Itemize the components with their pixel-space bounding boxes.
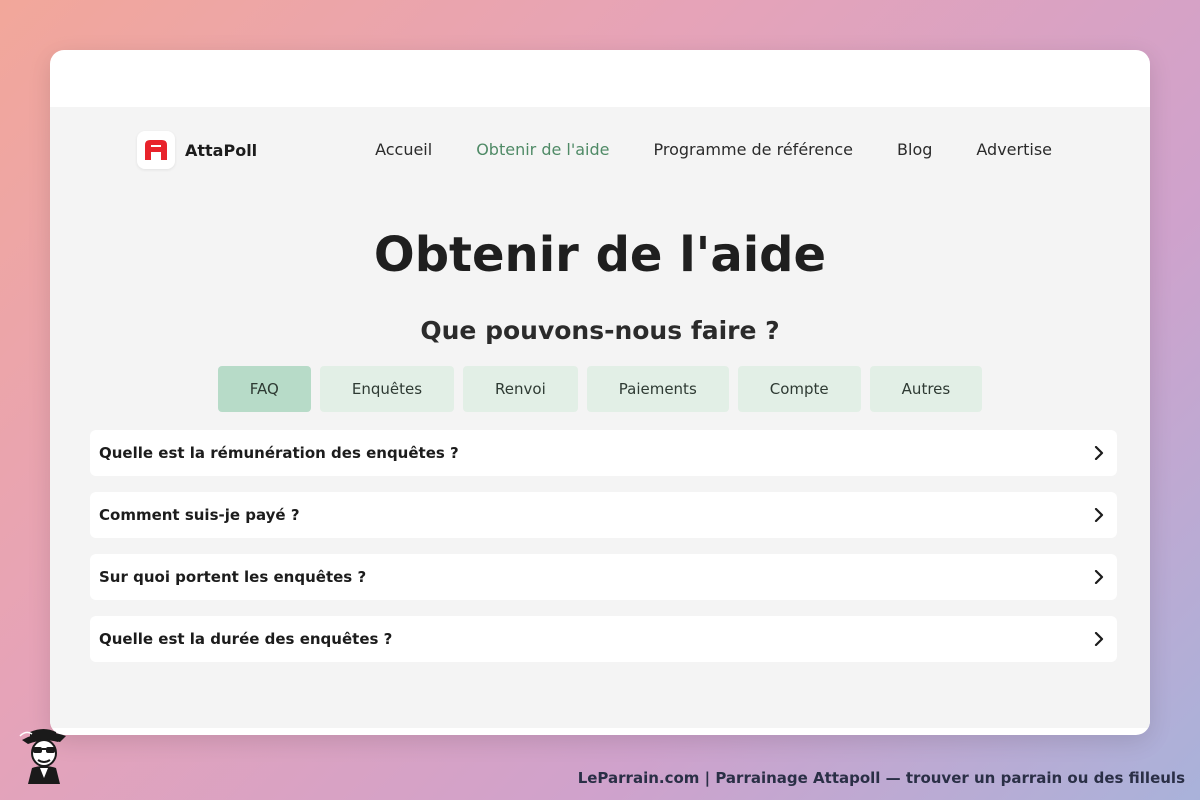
tab-compte[interactable]: Compte [737,366,861,412]
browser-card: AttaPoll Accueil Obtenir de l'aide Progr… [50,50,1150,735]
chevron-right-icon [1091,445,1107,461]
main-menu: Accueil Obtenir de l'aide Programme de r… [331,140,1052,159]
faq-item[interactable]: Quelle est la rémunération des enquêtes … [90,430,1117,476]
faq-item[interactable]: Quelle est la durée des enquêtes ? [90,616,1117,662]
mascot-icon [16,726,72,784]
chevron-right-icon [1091,507,1107,523]
page-title: Obtenir de l'aide [373,227,827,283]
nav-item-advertise[interactable]: Advertise [976,140,1052,159]
nav-item-blog[interactable]: Blog [897,140,932,159]
tab-enquetes[interactable]: Enquêtes [319,366,455,412]
tab-autres[interactable]: Autres [869,366,983,412]
chevron-right-icon [1091,569,1107,585]
brand-logo[interactable]: AttaPoll [137,131,257,169]
chevron-right-icon [1091,631,1107,647]
attapoll-logo-icon [137,131,175,169]
faq-item[interactable]: Sur quoi portent les enquêtes ? [90,554,1117,600]
faq-question: Comment suis-je payé ? [99,506,300,524]
tab-paiements[interactable]: Paiements [586,366,729,412]
faq-question: Quelle est la rémunération des enquêtes … [99,444,459,462]
page-subtitle: Que pouvons-nous faire ? [420,316,780,345]
tab-renvoi[interactable]: Renvoi [463,366,578,412]
footer-caption: LeParrain.com | Parrainage Attapoll — tr… [577,769,1185,787]
faq-item[interactable]: Comment suis-je payé ? [90,492,1117,538]
nav-item-programme-de-reference[interactable]: Programme de référence [654,140,854,159]
tab-faq[interactable]: FAQ [217,366,311,412]
faq-question: Sur quoi portent les enquêtes ? [99,568,367,586]
faq-list: Quelle est la rémunération des enquêtes … [90,430,1117,678]
brand-name: AttaPoll [185,140,258,160]
nav-item-obtenir-de-l-aide[interactable]: Obtenir de l'aide [476,140,609,159]
nav-item-accueil[interactable]: Accueil [375,140,432,159]
help-page: AttaPoll Accueil Obtenir de l'aide Progr… [50,107,1150,728]
faq-question: Quelle est la durée des enquêtes ? [99,630,393,648]
navbar: AttaPoll Accueil Obtenir de l'aide Progr… [50,107,1150,193]
help-tabs: FAQ Enquêtes Renvoi Paiements Compte Aut… [50,366,1150,412]
